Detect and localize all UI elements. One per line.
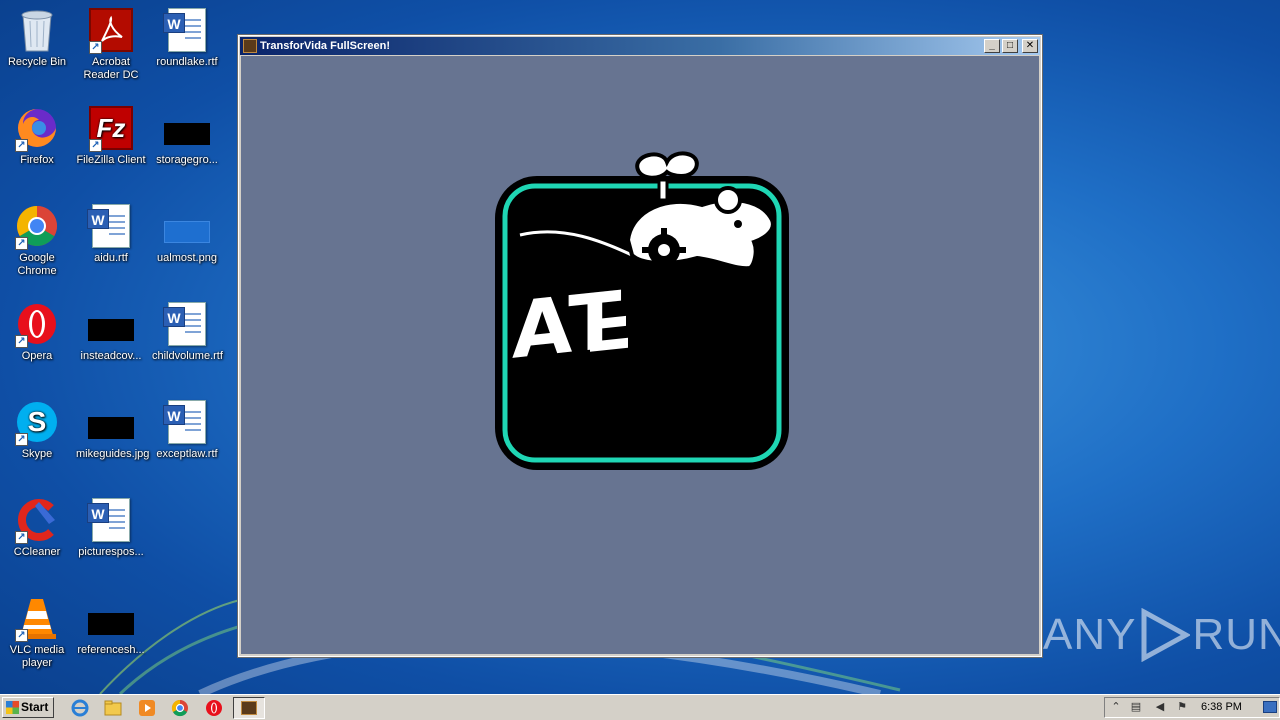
desktop-icon-childvolume[interactable]: W childvolume.rtf	[150, 300, 224, 363]
skype-icon: S ↗	[13, 398, 61, 446]
desktop-icon-firefox[interactable]: ↗ Firefox	[0, 104, 74, 167]
desktop-icon-storagegro[interactable]: storagegro...	[150, 104, 224, 167]
action-center-flag-icon[interactable]: ⚑	[1175, 700, 1189, 714]
desktop-icon-ccleaner[interactable]: ↗ CCleaner	[0, 496, 74, 559]
desktop-icon-label: exceptlaw.rtf	[156, 448, 218, 460]
chrome-icon: ↗	[13, 202, 61, 250]
desktop-icon-label: FileZilla Client	[76, 154, 146, 166]
desktop-icon-label: Google Chrome	[17, 252, 57, 277]
taskbar-ie-icon[interactable]	[70, 698, 90, 718]
taskbar-explorer-icon[interactable]	[103, 698, 123, 718]
shortcut-arrow-icon: ↗	[15, 237, 28, 250]
image-file-icon	[87, 594, 135, 642]
desktop-icon-recycle-bin[interactable]: Recycle Bin	[0, 6, 74, 69]
desktop-icon-label: Skype	[21, 448, 53, 460]
filezilla-icon: Fz ↗	[87, 104, 135, 152]
volume-icon[interactable]: ◀	[1153, 700, 1167, 714]
taskbar-media-player-icon[interactable]	[137, 698, 157, 718]
firefox-icon: ↗	[13, 104, 61, 152]
watermark-right: RUN	[1192, 610, 1280, 659]
desktop-icon-label: mikeguides.jpg	[76, 448, 150, 460]
maximize-button[interactable]: □	[1002, 39, 1018, 53]
transforvida-app-icon	[241, 701, 257, 715]
desktop-icon-label: Opera	[21, 350, 53, 362]
shortcut-arrow-icon: ↗	[15, 139, 28, 152]
word-document-icon: W	[87, 496, 135, 544]
taskbar: Start ⌃ ▤ ◀ ⚑ 6:38 PM	[0, 694, 1280, 720]
desktop-icon-label: Acrobat Reader DC	[83, 56, 139, 81]
taskbar-opera-icon[interactable]	[204, 698, 224, 718]
desktop-icon-chrome[interactable]: ↗ Google Chrome	[0, 202, 74, 278]
vlc-cone-icon: ↗	[13, 594, 61, 642]
ccleaner-icon: ↗	[13, 496, 61, 544]
desktop-icon-skype[interactable]: S ↗ Skype	[0, 398, 74, 461]
image-file-icon	[163, 202, 211, 250]
acrobat-icon: ↗	[87, 6, 135, 54]
word-document-icon: W	[87, 202, 135, 250]
shortcut-arrow-icon: ↗	[89, 41, 102, 54]
tray-expand-icon[interactable]: ⌃	[1109, 700, 1123, 714]
word-document-icon: W	[163, 6, 211, 54]
clock[interactable]: 6:38 PM	[1201, 698, 1242, 717]
image-file-icon	[87, 300, 135, 348]
network-icon[interactable]: ▤	[1129, 700, 1143, 714]
desktop-icon-filezilla[interactable]: Fz ↗ FileZilla Client	[74, 104, 148, 167]
shortcut-arrow-icon: ↗	[15, 433, 28, 446]
desktop-icon-acrobat[interactable]: ↗ Acrobat Reader DC	[74, 6, 148, 82]
game-logo: AT	[495, 151, 789, 470]
window-client-area[interactable]: AT	[241, 56, 1039, 654]
window-titlebar[interactable]: TransforVida FullScreen! _ □ ✕	[240, 37, 1040, 55]
desktop-icon-label: Recycle Bin	[7, 56, 67, 68]
desktop-icon-label: insteadcov...	[80, 350, 142, 362]
app-window[interactable]: TransforVida FullScreen! _ □ ✕ AT	[237, 34, 1043, 658]
window-title: TransforVida FullScreen!	[260, 40, 391, 52]
desktop-icon-ualmost[interactable]: ualmost.png	[150, 202, 224, 265]
desktop-icon-label: picturespos...	[78, 546, 144, 558]
anyrun-watermark: ANY RUN	[1043, 608, 1280, 662]
desktop-icon-picturespos[interactable]: W picturespos...	[74, 496, 148, 559]
desktop-icon-referencesh[interactable]: referencesh...	[74, 594, 148, 657]
minimize-button[interactable]: _	[984, 39, 1000, 53]
desktop-icon-label: Firefox	[20, 154, 54, 166]
start-label: Start	[21, 700, 49, 714]
desktop-icon-insteadcov[interactable]: insteadcov...	[74, 300, 148, 363]
image-file-icon	[163, 104, 211, 152]
shortcut-arrow-icon: ↗	[15, 531, 28, 544]
desktop-icon-aidu[interactable]: W aidu.rtf	[74, 202, 148, 265]
play-triangle-icon	[1141, 608, 1191, 662]
image-file-icon	[87, 398, 135, 446]
show-desktop-icon[interactable]	[1263, 701, 1277, 713]
desktop-icon-label: storagegro...	[156, 154, 218, 166]
taskbar-chrome-icon[interactable]	[170, 698, 190, 718]
start-button[interactable]: Start	[2, 697, 54, 718]
shortcut-arrow-icon: ↗	[15, 629, 28, 642]
taskbar-transforvida-button[interactable]	[233, 697, 265, 719]
close-button[interactable]: ✕	[1022, 39, 1038, 53]
recycle-bin-icon	[13, 6, 61, 54]
shortcut-arrow-icon: ↗	[89, 139, 102, 152]
desktop-icon-label: CCleaner	[13, 546, 61, 558]
app-icon	[243, 39, 257, 53]
desktop-icon-opera[interactable]: ↗ Opera	[0, 300, 74, 363]
desktop-icon-exceptlaw[interactable]: W exceptlaw.rtf	[150, 398, 224, 461]
window-controls: _ □ ✕	[984, 39, 1038, 53]
opera-icon: ↗	[13, 300, 61, 348]
desktop-icon-label: VLC media player	[9, 644, 65, 669]
desktop-icon-label: ualmost.png	[157, 252, 217, 264]
windows-flag-icon	[6, 701, 19, 714]
desktop-icon-label: childvolume.rtf	[152, 350, 223, 362]
desktop-icon-label: referencesh...	[77, 644, 145, 656]
desktop-icon-vlc[interactable]: ↗ VLC media player	[0, 594, 74, 670]
word-document-icon: W	[163, 300, 211, 348]
desktop-icon-mikeguides[interactable]: mikeguides.jpg	[74, 398, 150, 461]
word-document-icon: W	[163, 398, 211, 446]
desktop-icon-label: roundlake.rtf	[156, 56, 218, 68]
system-tray: ⌃ ▤ ◀ ⚑ 6:38 PM	[1104, 697, 1280, 718]
watermark-left: ANY	[1043, 610, 1137, 659]
shortcut-arrow-icon: ↗	[15, 335, 28, 348]
desktop-icon-label: aidu.rtf	[94, 252, 128, 264]
desktop-icon-roundlake[interactable]: W roundlake.rtf	[150, 6, 224, 69]
